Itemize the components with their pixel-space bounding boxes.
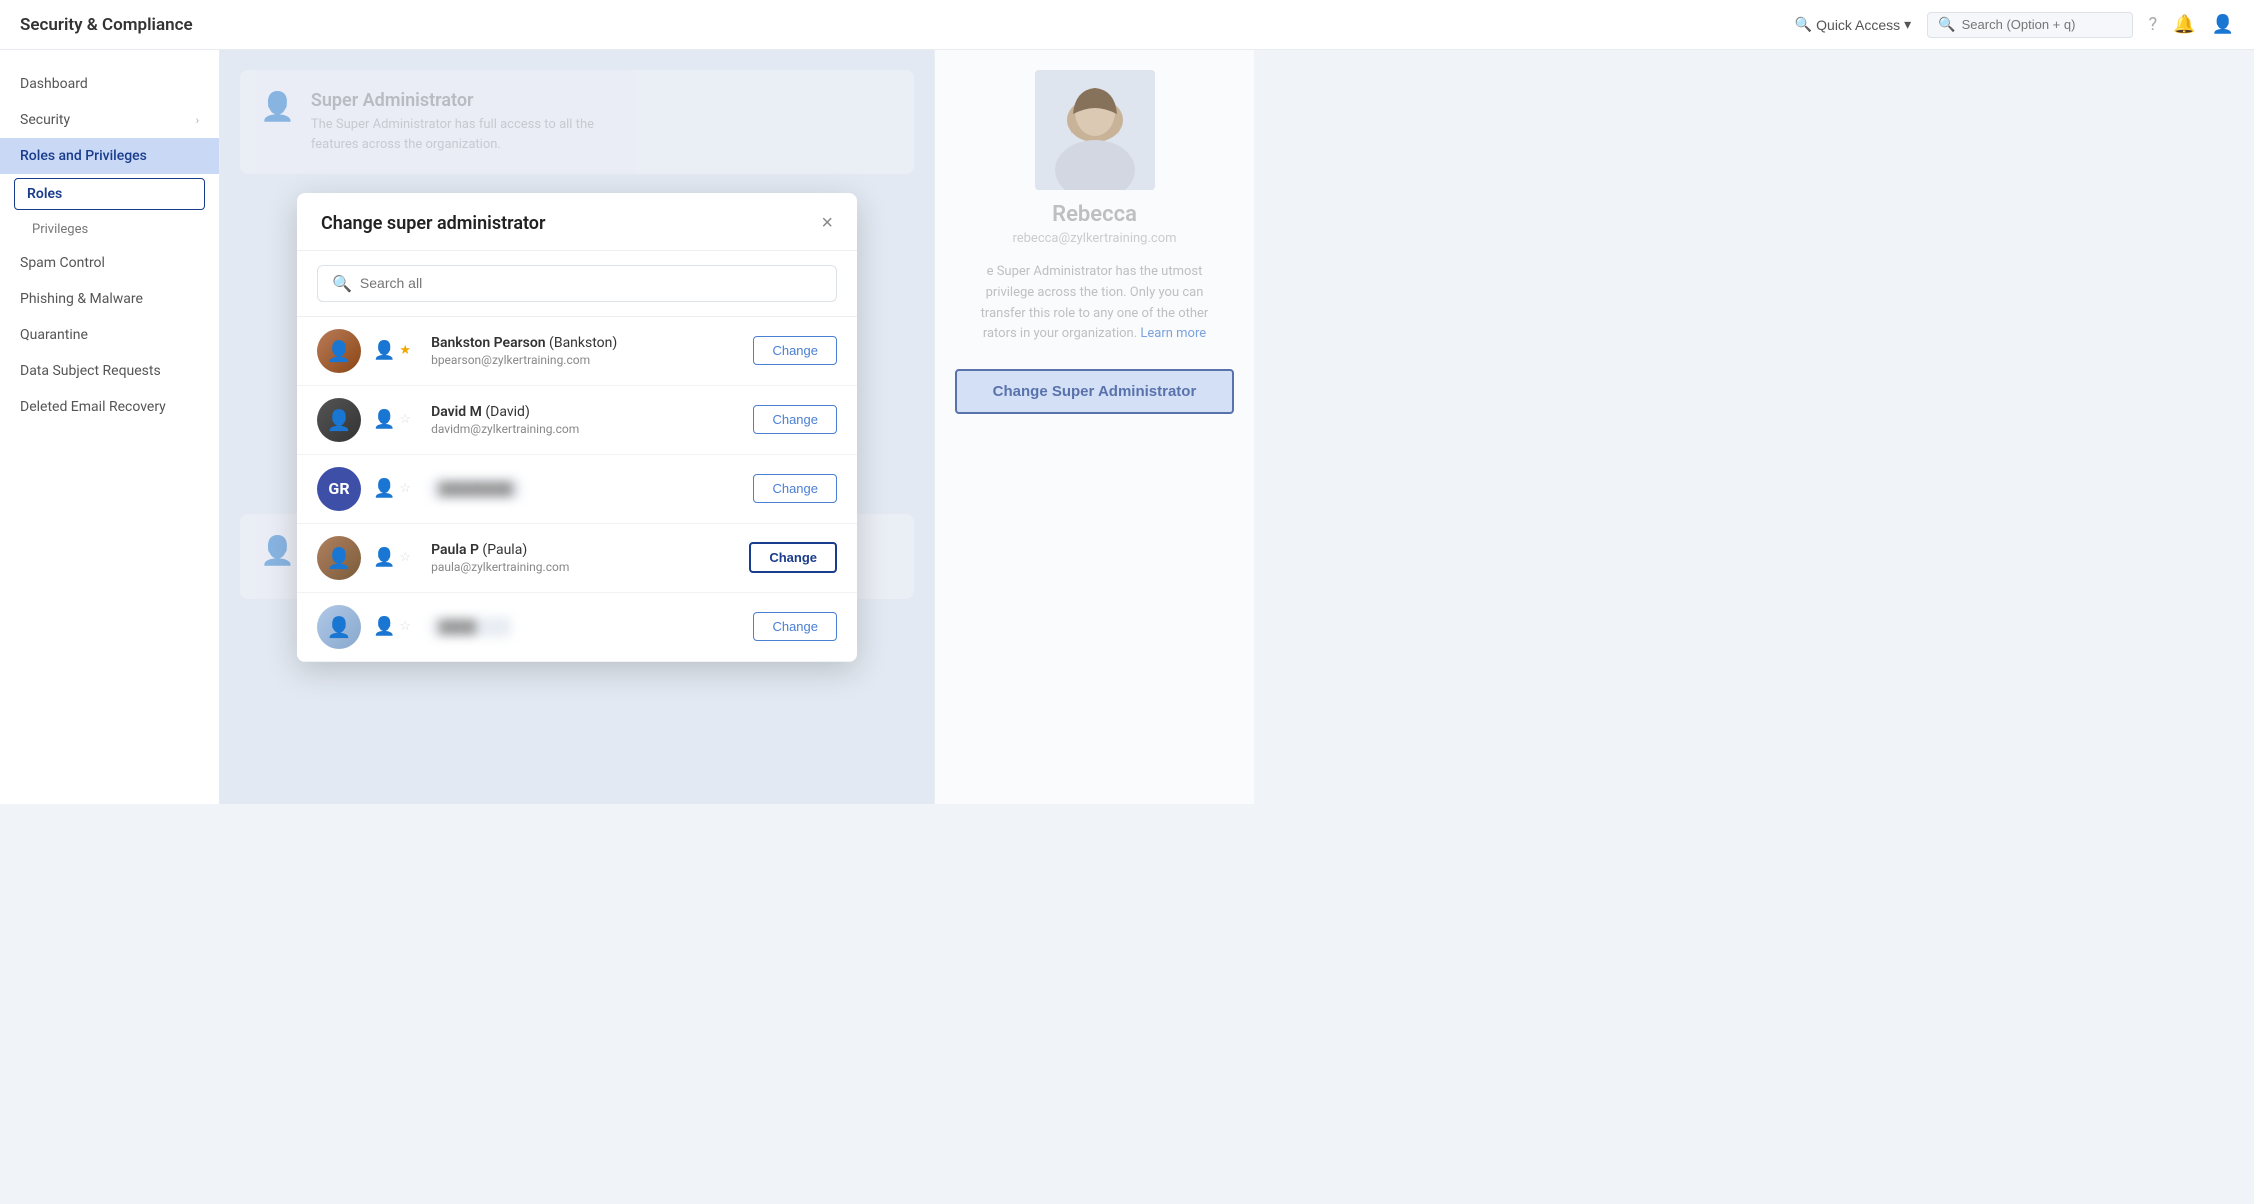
- sidebar-item-spam-control[interactable]: Spam Control: [0, 245, 219, 281]
- chevron-right-icon: ›: [196, 114, 199, 127]
- user-avatar: GR: [317, 467, 361, 511]
- user-name: David M (David): [431, 404, 741, 420]
- star-icon: ☆: [399, 412, 411, 427]
- blurred-name: ████: [431, 617, 511, 637]
- right-panel: Rebecca rebecca@zylkertraining.com e Sup…: [934, 50, 1254, 804]
- help-icon[interactable]: ?: [2149, 14, 2158, 35]
- user-name: Bankston Pearson (Bankston): [431, 335, 741, 351]
- user-role-icon: 👤 ☆: [373, 409, 411, 430]
- user-role-icon: 👤 ☆: [373, 547, 411, 568]
- change-admin-btn-outer: Change Super Administrator: [955, 369, 1234, 414]
- sidebar-item-phishing-malware[interactable]: Phishing & Malware: [0, 281, 219, 317]
- user-avatar: 👤: [317, 605, 361, 649]
- star-icon: ☆: [399, 481, 411, 496]
- modal-user-list: 👤 👤 ★ Bankston Pearson (Bankston) bpears…: [297, 317, 857, 662]
- user-info: Paula P (Paula) paula@zylkertraining.com: [431, 542, 737, 574]
- modal-close-button[interactable]: ×: [821, 213, 833, 233]
- person-icon: 👤: [373, 409, 395, 430]
- modal-search-wrap: 🔍: [317, 265, 837, 302]
- user-info: David M (David) davidm@zylkertraining.co…: [431, 404, 741, 436]
- user-email: bpearson@zylkertraining.com: [431, 353, 741, 367]
- sidebar-item-dashboard[interactable]: Dashboard: [0, 66, 219, 102]
- sidebar-item-security[interactable]: Security ›: [0, 102, 219, 138]
- sidebar-item-roles-privileges[interactable]: Roles and Privileges: [0, 138, 219, 174]
- change-admin-modal: Change super administrator × 🔍 👤: [297, 193, 857, 662]
- avatar-image: [1035, 70, 1155, 190]
- user-name: Paula P (Paula): [431, 542, 737, 558]
- user-email: davidm@zylkertraining.com: [431, 422, 741, 436]
- sidebar-item-privileges[interactable]: Privileges: [0, 214, 219, 245]
- rebecca-avatar: [1035, 70, 1155, 190]
- person-icon: 👤: [373, 547, 395, 568]
- right-panel-desc: e Super Administrator has the utmost pri…: [965, 262, 1225, 345]
- right-panel-email: rebecca@zylkertraining.com: [1012, 231, 1176, 246]
- list-item: 👤 👤 ★ Bankston Pearson (Bankston) bpears…: [297, 317, 857, 386]
- quick-access-button[interactable]: 🔍 Quick Access ▾: [1795, 16, 1912, 33]
- learn-more-link[interactable]: Learn more: [1140, 326, 1206, 341]
- modal-title: Change super administrator: [321, 213, 545, 234]
- user-info: ████████: [431, 479, 741, 499]
- chevron-down-icon: ▾: [1904, 16, 1911, 33]
- person-icon: 👤: [373, 616, 395, 637]
- right-panel-name: Rebecca: [1052, 202, 1137, 227]
- global-search-input[interactable]: [1962, 17, 2122, 32]
- main-layout: Dashboard Security › Roles and Privilege…: [0, 0, 1254, 804]
- list-item: 👤 👤 ☆ Paula P (Paula) paula@zylkertraini…: [297, 524, 857, 593]
- list-item: GR 👤 ☆ ████████ Change: [297, 455, 857, 524]
- list-item: 👤 👤 ☆ David M (David) davidm@zylkertrain…: [297, 386, 857, 455]
- star-icon: ☆: [399, 550, 411, 565]
- person-icon: 👤: [373, 340, 395, 361]
- user-role-icon: 👤 ☆: [373, 478, 411, 499]
- change-super-admin-button[interactable]: Change Super Administrator: [955, 369, 1234, 414]
- sidebar-item-data-subject[interactable]: Data Subject Requests: [0, 353, 219, 389]
- modal-search-input[interactable]: [360, 275, 822, 291]
- change-user-button-active[interactable]: Change: [749, 542, 837, 573]
- user-info: Bankston Pearson (Bankston) bpearson@zyl…: [431, 335, 741, 367]
- search-icon: 🔍: [332, 274, 352, 293]
- sidebar-item-quarantine[interactable]: Quarantine: [0, 317, 219, 353]
- search-icon: 🔍: [1938, 17, 1955, 33]
- user-name: ████████: [431, 479, 741, 499]
- user-avatar: 👤: [317, 398, 361, 442]
- sidebar-item-roles[interactable]: Roles: [14, 178, 205, 210]
- search-icon: 🔍: [1795, 16, 1812, 33]
- user-avatar: 👤: [317, 329, 361, 373]
- change-user-button[interactable]: Change: [753, 336, 837, 365]
- user-info: ████: [431, 617, 741, 637]
- user-name: ████: [431, 617, 741, 637]
- star-icon: ★: [399, 343, 411, 358]
- modal-header: Change super administrator ×: [297, 193, 857, 251]
- app-title: Security & Compliance: [20, 15, 193, 35]
- bell-icon[interactable]: 🔔: [2173, 14, 2195, 35]
- list-item: 👤 👤 ☆ ████ Change: [297, 593, 857, 662]
- sidebar: Dashboard Security › Roles and Privilege…: [0, 50, 220, 804]
- global-search: 🔍: [1927, 12, 2132, 38]
- user-avatar: 👤: [317, 536, 361, 580]
- user-role-icon: 👤 ☆: [373, 616, 411, 637]
- user-email: paula@zylkertraining.com: [431, 560, 737, 574]
- user-avatar-icon[interactable]: 👤: [2212, 14, 2234, 35]
- star-icon: ☆: [399, 619, 411, 634]
- blurred-name: ████████: [431, 479, 521, 499]
- topbar: Security & Compliance 🔍 Quick Access ▾ 🔍…: [0, 0, 2254, 50]
- modal-search-area: 🔍: [297, 251, 857, 317]
- sidebar-item-deleted-email[interactable]: Deleted Email Recovery: [0, 389, 219, 425]
- main-content: 👤 Super Administrator The Super Administ…: [220, 50, 934, 804]
- modal-overlay: Change super administrator × 🔍 👤: [220, 50, 934, 804]
- topbar-right: 🔍 Quick Access ▾ 🔍 ? 🔔 👤: [1795, 12, 2234, 38]
- user-role-icon: 👤 ★: [373, 340, 411, 361]
- change-user-button[interactable]: Change: [753, 405, 837, 434]
- change-user-button[interactable]: Change: [753, 474, 837, 503]
- change-user-button[interactable]: Change: [753, 612, 837, 641]
- person-icon: 👤: [373, 478, 395, 499]
